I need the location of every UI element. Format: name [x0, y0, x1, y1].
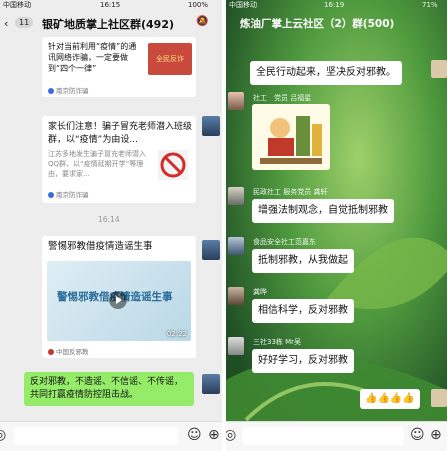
sender-name: 民政社工 服务党员 龚轩	[253, 188, 328, 196]
source-icon	[48, 88, 54, 94]
emoji-message[interactable]: 👍👍👍👍	[360, 389, 420, 409]
unread-badge[interactable]: 11	[15, 17, 34, 28]
message-bubble[interactable]: 增强法制观念，自觉抵制邪教	[252, 199, 394, 223]
message-input[interactable]	[14, 427, 178, 445]
play-icon[interactable]	[109, 291, 127, 309]
link-card[interactable]: 家长们注意！骗子冒充老师潜入班级群，以“疫情”为由设... 江苏多地发生骗子冒充…	[42, 116, 196, 203]
video-card[interactable]: 警惕邪教借疫情造谣生事 警惕邪教借疫情造谣生事 02:22 中国反邪教	[42, 236, 196, 358]
sender-name: 食品安全社工范嘉东	[253, 238, 316, 246]
avatar[interactable]	[228, 187, 244, 205]
message-input[interactable]	[242, 427, 404, 445]
voice-icon[interactable]: ◎	[0, 427, 6, 443]
no-symbol-icon	[160, 152, 186, 178]
clock-label: 16:15	[100, 1, 121, 9]
image-message[interactable]	[252, 104, 330, 170]
source-icon	[48, 349, 54, 355]
message-bubble[interactable]: 好好学习，反对邪教	[252, 349, 354, 373]
avatar[interactable]	[228, 92, 244, 110]
avatar[interactable]	[228, 237, 244, 255]
sender-name: 三社33栋 Mr吴	[253, 338, 302, 346]
message-timestamp: 16:14	[98, 215, 120, 224]
battery-label: 100%	[188, 1, 209, 9]
emoji-icon[interactable]: ☺	[410, 427, 425, 443]
source-icon	[48, 192, 54, 198]
sender-name: 社工 党员 吕福星	[253, 94, 312, 102]
message-bubble[interactable]: 相信科学，反对邪教	[252, 299, 354, 323]
card-description: 江苏多地发生骗子冒充老师潜入QQ群，以“疫情延期开学”等理由，要求家...	[48, 150, 146, 178]
status-bar: 中国移动 16:19 71%	[226, 0, 447, 11]
right-phone-screen: 中国移动 16:19 71% 炼油厂掌上云社区（2）群(500) 全民行动起来，…	[226, 0, 447, 451]
message-bubble[interactable]: 抵制邪教，从我做起	[252, 249, 354, 273]
card-source: 南京防诈骗	[48, 189, 89, 199]
mute-icon: 🔕	[196, 16, 209, 27]
video-thumbnail[interactable]: 警惕邪教借疫情造谣生事 02:22	[47, 261, 191, 341]
chat-title: 银矿地质掌上社区群(492)	[42, 18, 175, 31]
avatar[interactable]	[202, 116, 220, 136]
card-thumbnail	[158, 150, 188, 180]
card-title: 针对当前利用“疫情”的通讯网络诈骗，一定要做到“四个一律”	[48, 42, 137, 73]
add-icon[interactable]: ⊕	[208, 427, 220, 443]
status-bar: 中国移动 16:15 100%	[0, 0, 222, 11]
video-duration: 02:22	[166, 330, 187, 338]
chat-title: 炼油厂掌上云社区（2）群(500)	[240, 18, 395, 30]
card-title: 家长们注意！骗子冒充老师潜入班级群，以“疫情”为由设...	[48, 122, 193, 145]
avatar[interactable]	[431, 60, 447, 78]
carrier-label: 中国移动	[229, 1, 257, 9]
message-bubble[interactable]: 反对邪教，不造谣、不信谣、不传谣，共同打赢疫情防控阻击战。	[24, 372, 194, 406]
cartoon-illustration	[252, 104, 330, 170]
avatar[interactable]	[202, 374, 220, 394]
input-bar: ◎ ☺ ⊕	[226, 421, 447, 451]
avatar[interactable]	[202, 240, 220, 260]
card-source: 南京防诈骗	[48, 85, 89, 95]
back-icon[interactable]: ‹	[4, 17, 8, 30]
input-bar: ◎ ☺ ⊕	[0, 421, 222, 451]
emoji-icon[interactable]: ☺	[187, 427, 202, 443]
clock-label: 16:19	[324, 1, 345, 9]
avatar[interactable]	[228, 287, 244, 305]
left-phone-screen: 中国移动 16:15 100% ‹ 11 银矿地质掌上社区群(492) 🔕 针对…	[0, 0, 222, 451]
message-bubble[interactable]: 全民行动起来，坚决反对邪教。	[250, 61, 402, 85]
battery-label: 71%	[422, 1, 438, 9]
card-thumbnail: 全民反诈	[148, 43, 192, 75]
voice-icon[interactable]: ◎	[226, 427, 236, 443]
card-source: 中国反邪教	[48, 346, 89, 356]
link-card[interactable]: 针对当前利用“疫情”的通讯网络诈骗，一定要做到“四个一律” 全民反诈 南京防诈骗	[42, 37, 196, 97]
video-title: 警惕邪教借疫情造谣生事	[48, 241, 153, 252]
add-icon[interactable]: ⊕	[430, 427, 442, 443]
sender-name: 龚晔	[253, 288, 267, 296]
chat-header: 炼油厂掌上云社区（2）群(500)	[226, 11, 447, 37]
chat-header: ‹ 11 银矿地质掌上社区群(492) 🔕	[0, 11, 222, 37]
avatar[interactable]	[431, 389, 447, 407]
avatar[interactable]	[228, 337, 244, 355]
carrier-label: 中国移动	[3, 1, 31, 9]
